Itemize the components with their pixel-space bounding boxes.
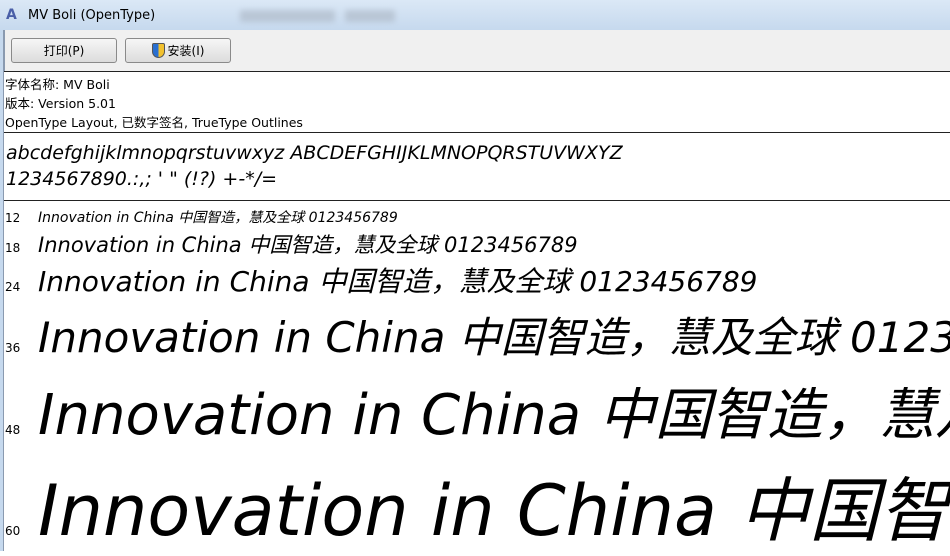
uac-shield-icon — [151, 43, 165, 58]
size-row-12: 12 Innovation in China 中国智造，慧及全球 01234567… — [5, 207, 398, 227]
sample-text: Innovation in China 中国智造，慧及全球 0123456789 — [38, 313, 950, 362]
size-label: 24 — [5, 280, 21, 294]
size-row-60: 60 Innovation in China 中国智造，慧及全球 01234567… — [5, 455, 950, 556]
size-row-48: 48 Innovation in China 中国智造，慧及全球 01234567… — [5, 370, 950, 451]
divider — [4, 132, 950, 133]
divider — [4, 200, 950, 201]
divider — [4, 71, 950, 72]
sample-digits: 1234567890.:,; ' " (!?) +-*/= — [6, 168, 278, 190]
font-viewer-icon: A — [6, 7, 17, 23]
print-label: 打印(P) — [43, 44, 85, 58]
blurred-region — [240, 10, 335, 22]
size-label: 18 — [5, 241, 21, 255]
size-row-24: 24 Innovation in China 中国智造，慧及全球 01234567… — [5, 260, 758, 300]
font-version: 版本: Version 5.01 — [5, 96, 116, 111]
size-row-36: 36 Innovation in China 中国智造，慧及全球 01234567… — [5, 304, 950, 365]
toolbar: 打印(P) 安装(I) — [4, 30, 950, 71]
sample-text: Innovation in China 中国智造，慧及全球 0123456789 — [38, 265, 758, 298]
size-label: 36 — [5, 341, 21, 355]
sample-text: Innovation in China 中国智造，慧及全球 0123456789 — [38, 383, 950, 448]
sample-text: Innovation in China 中国智造，慧及全球 0123456789 — [38, 233, 578, 257]
blurred-region — [345, 10, 395, 22]
size-label: 60 — [5, 524, 21, 538]
window-border — [0, 30, 4, 551]
print-button[interactable]: 打印(P) — [11, 38, 117, 63]
size-label: 12 — [5, 211, 21, 225]
size-row-18: 18 Innovation in China 中国智造，慧及全球 01234567… — [5, 229, 578, 259]
sample-text: Innovation in China 中国智造，慧及全球 0123456789 — [38, 470, 950, 552]
sample-text: Innovation in China 中国智造，慧及全球 0123456789 — [38, 210, 398, 226]
font-name: 字体名称: MV Boli — [5, 77, 110, 92]
sample-letters: abcdefghijklmnopqrstuvwxyz ABCDEFGHIJKLM… — [6, 142, 623, 164]
font-features: OpenType Layout, 已数字签名, TrueType Outline… — [5, 115, 303, 130]
install-button[interactable]: 安装(I) — [125, 38, 231, 63]
title-bar: A MV Boli (OpenType) — [0, 0, 950, 30]
install-label: 安装(I) — [167, 44, 205, 58]
size-label: 48 — [5, 423, 21, 437]
window-title: MV Boli (OpenType) — [28, 7, 156, 23]
